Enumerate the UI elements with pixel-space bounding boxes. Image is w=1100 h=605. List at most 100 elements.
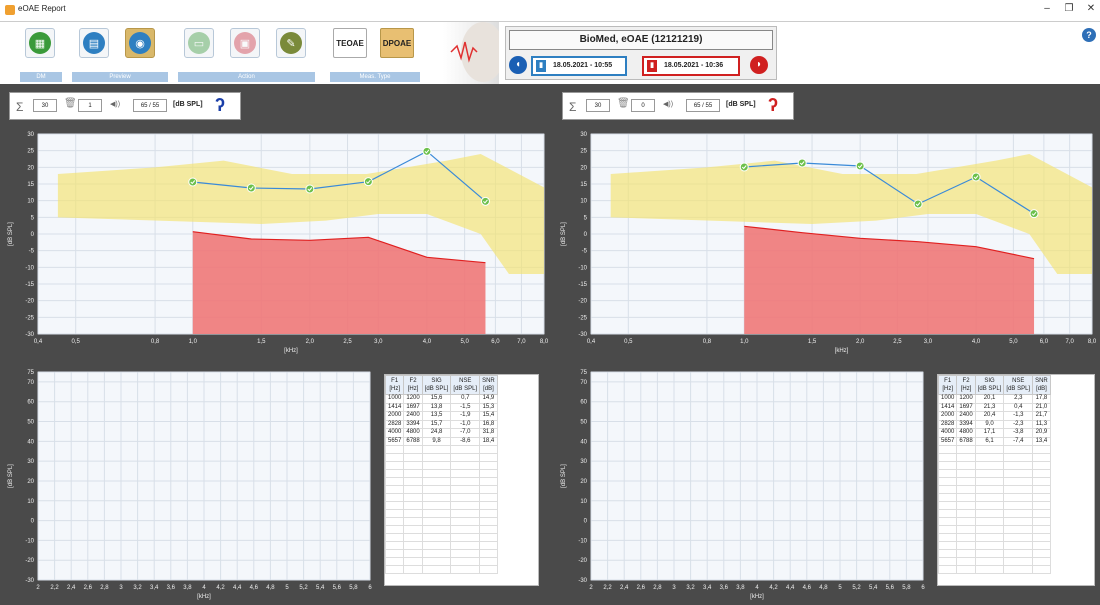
table-cell: 5657 xyxy=(384,436,405,446)
table-cell: -1,3 xyxy=(1003,411,1034,421)
table-cell xyxy=(421,501,452,510)
y-tick-label: -30 xyxy=(25,332,34,338)
table-cell: 1414 xyxy=(937,402,958,412)
table-row: 2828 3394 15,7 -1,0 16,8 xyxy=(384,419,498,429)
table-cell xyxy=(974,549,1005,558)
report-workspace: Σ 30 🗑 1 ◀)) 65 / 55 [dB SPL] ʔ Σ 30 🗑 0… xyxy=(0,84,1100,605)
y-axis-label: [dB SPL] xyxy=(561,464,567,488)
save-icon: ▣ xyxy=(234,32,256,54)
y-tick-label: 25 xyxy=(580,149,587,155)
group-preview: Preview xyxy=(72,72,168,82)
table-row: 5657 6788 6,1 -7,4 13,4 xyxy=(937,436,1051,446)
teoae-button[interactable]: TEOAE xyxy=(333,28,367,58)
table-row: 5657 6788 9,8 -8,6 18,4 xyxy=(384,436,498,446)
x-tick-label: 5,2 xyxy=(852,585,861,591)
table-cell xyxy=(479,469,498,478)
restore-icon[interactable]: ❐ xyxy=(1062,3,1076,14)
table-cell xyxy=(421,557,452,566)
table-cell xyxy=(479,541,498,550)
minimize-icon[interactable]: – xyxy=(1040,3,1054,14)
x-tick-label: 4,4 xyxy=(233,585,242,591)
dm-button[interactable]: ▦ xyxy=(25,28,55,58)
clipboard-button[interactable]: ▤ xyxy=(79,28,109,58)
table-cell: 1697 xyxy=(403,402,423,412)
table-cell: 15,4 xyxy=(479,411,498,421)
settings-button[interactable]: ✎ xyxy=(276,28,306,58)
table-cell: 2,3 xyxy=(1003,394,1034,404)
signal-point xyxy=(797,158,807,168)
table-row xyxy=(937,549,1051,558)
table-cell xyxy=(384,493,405,502)
x-tick-label: 2,2 xyxy=(603,585,612,591)
y-tick-label: -30 xyxy=(25,578,34,584)
table-cell xyxy=(1032,549,1051,558)
table-cell xyxy=(1003,501,1034,510)
table-cell xyxy=(974,461,1005,470)
table-cell xyxy=(450,533,481,542)
app-icon xyxy=(5,5,15,15)
x-tick-label: 2,5 xyxy=(343,339,352,345)
print-button[interactable]: ▭ xyxy=(184,28,214,58)
x-tick-label: 3,0 xyxy=(924,339,933,345)
y-tick-label: -20 xyxy=(25,558,34,564)
x-tick-label: 2,4 xyxy=(620,585,629,591)
x-tick-label: 1,5 xyxy=(257,339,266,345)
column-header: F2 [Hz] xyxy=(403,375,423,395)
table-row xyxy=(937,517,1051,526)
x-tick-label: 1,0 xyxy=(740,339,749,345)
table-cell xyxy=(956,493,976,502)
table-cell xyxy=(450,493,481,502)
table-cell xyxy=(450,525,481,534)
table-cell xyxy=(479,565,498,574)
y-tick-label: -30 xyxy=(578,332,587,338)
table-row: 4000 4800 17,1 -3,8 20,9 xyxy=(937,428,1051,438)
right-ear-icon[interactable]: ◖ xyxy=(509,56,527,74)
y-tick-label: 10 xyxy=(27,199,34,205)
speaker-icon: ◀)) xyxy=(110,101,121,108)
y-tick-label: -10 xyxy=(25,538,34,544)
save-button[interactable]: ▣ xyxy=(230,28,260,58)
x-tick-label: 2,5 xyxy=(893,339,902,345)
y-tick-label: 70 xyxy=(27,380,34,386)
y-tick-label: 10 xyxy=(27,499,34,505)
trash-icon[interactable]: 🗑 xyxy=(64,98,77,109)
left-ear-icon[interactable]: ◗ xyxy=(750,56,768,74)
table-cell xyxy=(1032,477,1051,486)
dpoae-button[interactable]: DPOAE xyxy=(380,28,414,58)
table-row xyxy=(384,557,498,566)
table-cell xyxy=(479,485,498,494)
x-tick-label: 4,0 xyxy=(423,339,432,345)
table-cell xyxy=(384,445,405,454)
table-cell xyxy=(974,501,1005,510)
table-cell xyxy=(956,453,976,462)
table-cell: 17,8 xyxy=(1032,394,1051,404)
table-cell: -8,6 xyxy=(450,436,481,446)
table-cell xyxy=(937,509,958,518)
table-cell: 6788 xyxy=(956,436,976,446)
signal-point xyxy=(480,196,490,206)
table-cell xyxy=(956,565,976,574)
y-tick-label: 40 xyxy=(580,439,587,445)
table-cell xyxy=(937,469,958,478)
preview-button[interactable]: ◉ xyxy=(125,28,155,58)
table-cell xyxy=(403,525,423,534)
table-cell xyxy=(1032,445,1051,454)
table-cell xyxy=(956,525,976,534)
table-cell: 20,9 xyxy=(1032,428,1051,438)
x-tick-label: 5,2 xyxy=(299,585,308,591)
x-tick-label: 3,2 xyxy=(133,585,142,591)
trash-icon[interactable]: 🗑 xyxy=(617,98,630,109)
left-measurement-date[interactable]: ▮ 18.05.2021 - 10:36 xyxy=(642,56,740,76)
table-cell xyxy=(1003,557,1034,566)
table-cell: 3394 xyxy=(403,419,423,429)
table-cell xyxy=(450,469,481,478)
close-icon[interactable]: ✕ xyxy=(1084,3,1098,14)
help-icon[interactable]: ? xyxy=(1082,28,1096,42)
x-tick-label: 3,6 xyxy=(167,585,176,591)
table-cell xyxy=(403,565,423,574)
right-measurement-date[interactable]: ▮ 18.05.2021 - 10:55 xyxy=(531,56,627,76)
table-row xyxy=(384,445,498,454)
table-cell xyxy=(421,485,452,494)
table-cell xyxy=(384,477,405,486)
x-tick-label: 2,4 xyxy=(67,585,76,591)
